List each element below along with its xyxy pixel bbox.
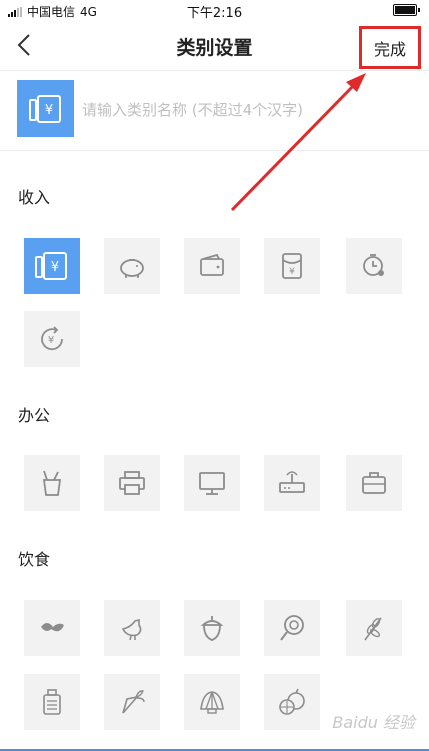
yuan-wallet-icon: ¥ xyxy=(28,94,61,123)
carrot-icon xyxy=(122,690,145,714)
category-tile-carrot[interactable] xyxy=(104,674,160,730)
category-tile-pencil-cup[interactable] xyxy=(24,455,80,511)
tea-leaf-icon xyxy=(41,623,64,632)
red-envelope-icon: ¥ xyxy=(282,253,302,279)
category-tile-fruit[interactable] xyxy=(264,674,320,730)
wallet-icon xyxy=(200,253,224,276)
fruit-icon xyxy=(279,688,305,715)
category-tile-monitor[interactable] xyxy=(184,455,240,511)
category-tile-wallet[interactable] xyxy=(184,238,240,294)
chevron-left-icon xyxy=(17,34,30,56)
shell-icon xyxy=(200,691,224,714)
done-button[interactable]: 完成 xyxy=(359,26,421,69)
piggy-bank-icon xyxy=(120,259,144,278)
back-button[interactable] xyxy=(14,32,38,58)
category-tile-clock[interactable] xyxy=(346,238,402,294)
lollipop-icon xyxy=(280,615,304,641)
category-tile-bottle[interactable] xyxy=(24,674,80,730)
category-tile-briefcase[interactable] xyxy=(346,455,402,511)
watermark-text: Baidu 经验 xyxy=(332,713,415,732)
section-title-income: 收入 xyxy=(18,188,51,207)
battery-icon xyxy=(393,4,420,16)
category-tile-tea-leaf[interactable] xyxy=(24,600,80,656)
clock-icon xyxy=(363,254,384,276)
router-icon xyxy=(279,471,305,493)
status-bar: 中国电信 4G 下午2:16 xyxy=(0,0,429,21)
yuan-wallet-icon: ¥ xyxy=(35,252,67,280)
category-name-row: ¥ xyxy=(0,72,429,151)
category-tile-chicken[interactable] xyxy=(104,600,160,656)
category-tile-printer[interactable] xyxy=(104,455,160,511)
category-tile-yuan-refresh[interactable]: ¥ xyxy=(24,311,80,367)
section-title-office: 办公 xyxy=(18,406,51,425)
chicken-icon xyxy=(121,618,142,641)
svg-text:¥: ¥ xyxy=(51,260,59,275)
clock-label: 下午2:16 xyxy=(186,6,243,21)
monitor-icon xyxy=(199,472,225,495)
selected-category-icon: ¥ xyxy=(17,80,74,137)
category-tile-yuan-wallet[interactable]: ¥ xyxy=(24,238,80,294)
yuan-refresh-icon: ¥ xyxy=(41,326,63,351)
svg-text:¥: ¥ xyxy=(44,103,52,118)
nav-bar: 类别设置 完成 xyxy=(0,20,429,71)
svg-text:¥: ¥ xyxy=(48,335,54,346)
pencil-cup-icon xyxy=(42,470,62,496)
briefcase-icon xyxy=(362,472,386,494)
wheat-icon xyxy=(364,617,382,641)
category-tile-red-envelope[interactable]: ¥ xyxy=(264,238,320,294)
bottle-icon xyxy=(43,689,61,715)
section-title-food: 饮食 xyxy=(18,550,51,569)
printer-icon xyxy=(119,471,145,495)
acorn-icon xyxy=(200,616,224,641)
category-tile-wheat[interactable] xyxy=(346,600,402,656)
svg-text:¥: ¥ xyxy=(289,267,295,277)
category-name-input[interactable] xyxy=(80,94,404,126)
category-tile-acorn[interactable] xyxy=(184,600,240,656)
category-tile-lollipop[interactable] xyxy=(264,600,320,656)
category-tile-shell[interactable] xyxy=(184,674,240,730)
category-tile-router[interactable] xyxy=(264,455,320,511)
category-tile-piggy-bank[interactable] xyxy=(104,238,160,294)
